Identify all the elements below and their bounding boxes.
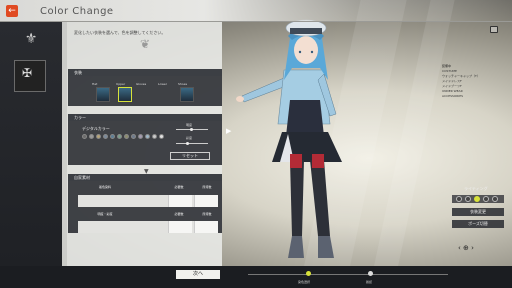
change-outfit-button[interactable]: 衣装変更 bbox=[452, 208, 504, 216]
color-swatch[interactable] bbox=[89, 134, 94, 139]
material-row bbox=[78, 221, 218, 233]
color-swatch[interactable] bbox=[82, 134, 87, 139]
have-header: 所持数 bbox=[202, 212, 212, 216]
back-arrow-icon: ← bbox=[8, 6, 16, 16]
lighting-option[interactable] bbox=[483, 196, 489, 202]
progress-step-current bbox=[306, 271, 311, 276]
intro-text: 変化したい衣装を選んで、色を調整してください。 bbox=[74, 30, 166, 35]
reset-button[interactable]: リセット bbox=[170, 152, 210, 160]
color-swatch[interactable] bbox=[96, 134, 101, 139]
list-item[interactable]: ACCESSORIES bbox=[442, 94, 512, 99]
color-swatch[interactable] bbox=[103, 134, 108, 139]
tab-lower[interactable]: Lower bbox=[158, 82, 167, 86]
ornament-icon: ❦ bbox=[139, 37, 151, 51]
color-swatch[interactable] bbox=[159, 134, 164, 139]
color-swatch[interactable] bbox=[117, 134, 122, 139]
expand-arrow-icon[interactable]: ▶ bbox=[226, 127, 231, 135]
color-swatch[interactable] bbox=[124, 134, 129, 139]
page-title: Color Change bbox=[40, 6, 114, 17]
lighting-option-selected[interactable] bbox=[474, 196, 480, 202]
outfit-section-header: 衣装 bbox=[68, 69, 222, 76]
progress-step bbox=[368, 271, 373, 276]
need-header: 必要数 bbox=[174, 185, 184, 189]
character-model[interactable] bbox=[232, 4, 402, 266]
color-swatch[interactable] bbox=[145, 134, 150, 139]
have-header: 所持数 bbox=[202, 185, 212, 189]
step-label: 確認 bbox=[366, 280, 373, 284]
outfit-thumb-shoes[interactable] bbox=[180, 87, 194, 102]
lighting-option[interactable] bbox=[465, 196, 471, 202]
color-swatch[interactable] bbox=[138, 134, 143, 139]
equipped-list: 装備中 COSTUME ウォッチャーキャップ（T） メイドドレスF メイドブーツ… bbox=[442, 64, 512, 99]
brightness-label: 明度 bbox=[186, 123, 193, 127]
saturation-label: 彩度 bbox=[186, 136, 193, 140]
bottom-bar bbox=[0, 266, 512, 288]
color-swatch[interactable] bbox=[131, 134, 136, 139]
lighting-option[interactable] bbox=[456, 196, 462, 202]
material-row bbox=[78, 195, 218, 207]
progress-track bbox=[248, 274, 448, 275]
color-swatch[interactable] bbox=[152, 134, 157, 139]
rotate-controls-icon[interactable]: ‹ ⊕ › bbox=[458, 244, 474, 252]
change-pose-button[interactable]: ポーズ切替 bbox=[452, 220, 504, 228]
tab-shoes[interactable]: Shoes bbox=[178, 82, 187, 86]
tab-gloves[interactable]: Gloves bbox=[136, 82, 146, 86]
material-name: 着色染料 bbox=[98, 185, 111, 189]
outfit-thumb-hat[interactable] bbox=[96, 87, 110, 102]
brightness-knob[interactable] bbox=[190, 128, 193, 131]
preset-label: デジタルカラー bbox=[82, 126, 110, 131]
lighting-label: ライティング bbox=[464, 186, 488, 191]
outfit-thumb-upper[interactable] bbox=[118, 87, 132, 102]
lighting-option[interactable] bbox=[492, 196, 498, 202]
color-section-header: カラー bbox=[68, 114, 222, 121]
material-name: 明度・彩度 bbox=[97, 212, 113, 216]
tab-hat[interactable]: Hat bbox=[92, 82, 97, 86]
tab-upper[interactable]: Upper bbox=[116, 82, 125, 86]
need-header: 必要数 bbox=[174, 212, 184, 216]
step-label: 染色選択 bbox=[298, 280, 311, 284]
material-section-header: 自家素材 bbox=[68, 174, 222, 181]
crest-icon: ⚜ bbox=[24, 31, 38, 47]
saturation-knob[interactable] bbox=[186, 142, 189, 145]
outfit-section bbox=[68, 76, 222, 106]
color-swatch[interactable] bbox=[110, 134, 115, 139]
saturation-slider[interactable] bbox=[176, 143, 208, 144]
back-button[interactable]: ← bbox=[6, 5, 18, 17]
screenshot-icon[interactable] bbox=[490, 26, 498, 33]
guild-icon: ✠ bbox=[22, 66, 33, 80]
next-button[interactable]: 次へ bbox=[176, 270, 220, 279]
